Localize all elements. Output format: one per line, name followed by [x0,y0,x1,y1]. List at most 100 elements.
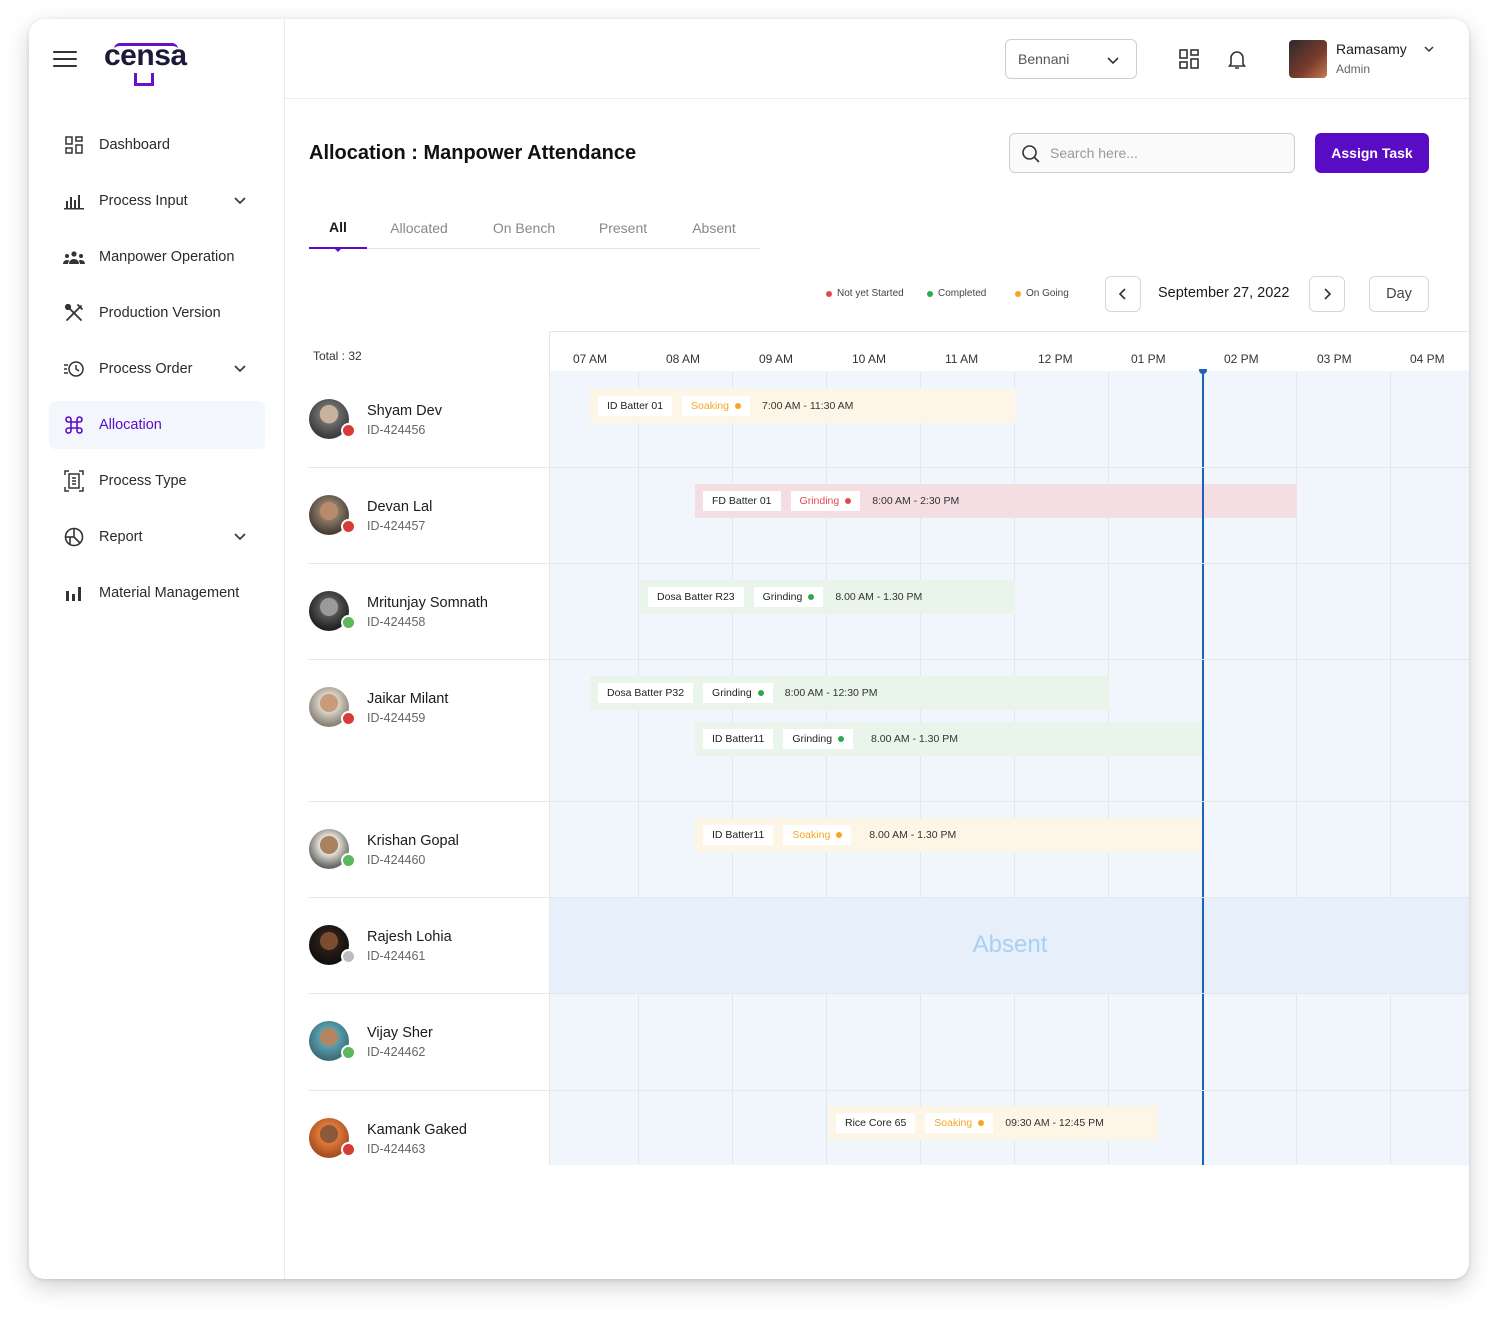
process-chip: Grinding [783,729,854,749]
tab-all[interactable]: All [309,207,367,252]
person-id: ID-424460 [367,853,426,867]
status-dot [838,736,845,742]
tab-allocated[interactable]: Allocated [367,207,471,249]
command-icon [63,414,85,436]
chevron-right-icon [1324,288,1332,300]
assign-task-button[interactable]: Assign Task [1315,133,1429,173]
chevron-down-icon[interactable] [233,193,247,207]
current-time-line [1199,369,1207,1165]
sidebar-nav: Dashboard Process Input Manpower Operati… [49,121,265,625]
row-divider [309,897,1469,898]
sidebar-item-manpower-operation[interactable]: Manpower Operation [49,233,265,281]
menu-icon[interactable] [53,51,77,69]
legend-completed: Completed [927,288,986,299]
bar-chart-icon [63,190,85,212]
person-name: Rajesh Lohia [367,929,452,945]
sidebar-item-label: Report [99,529,143,545]
chevron-down-icon[interactable] [233,529,247,543]
legend-label: Completed [938,288,987,299]
sidebar-item-process-type[interactable]: Process Type [49,457,265,505]
status-dot [734,403,741,409]
clock-list-icon [63,358,85,380]
sidebar: censa Dashboard Process Input Manpower O… [29,19,285,1279]
process-label: Grinding [792,733,833,745]
top-bar: Bennani Ramasamy Admin [285,19,1469,99]
sidebar-item-report[interactable]: Report [49,513,265,561]
sidebar-item-process-order[interactable]: Process Order [49,345,265,393]
sidebar-item-label: Process Type [99,473,187,489]
status-dot [978,1120,985,1126]
batch-chip: Dosa Batter R23 [648,587,744,607]
apps-grid-icon[interactable] [1177,47,1201,71]
task-time: 09:30 AM - 12:45 PM [1005,1117,1104,1129]
batch-chip: ID Batter11 [703,825,774,845]
process-chip: Soaking [925,1113,994,1133]
task-bar[interactable]: FD Batter 01 Grinding 8:00 AM - 2:30 PM [695,484,1297,518]
batch-chip: FD Batter 01 [703,491,781,511]
sidebar-item-production-version[interactable]: Production Version [49,289,265,337]
tab-absent[interactable]: Absent [669,207,759,249]
prev-date-button[interactable] [1105,276,1141,312]
sidebar-item-label: Production Version [99,305,221,321]
absent-row: Absent [550,897,1469,993]
grid-line [1390,371,1391,1165]
process-chip: Grinding [753,587,824,607]
sidebar-item-allocation[interactable]: Allocation [49,401,265,449]
person-name: Kamank Gaked [367,1122,467,1138]
sidebar-item-material-management[interactable]: Material Management [49,569,265,617]
status-dot [808,594,815,600]
view-day-button[interactable]: Day [1369,276,1429,312]
task-bar[interactable]: Dosa Batter R23 Grinding 8.00 AM - 1.30 … [640,580,1015,614]
sidebar-item-label: Process Input [99,193,188,209]
sidebar-item-label: Dashboard [99,137,170,153]
task-bar[interactable]: ID Batter 01 Soaking 7:00 AM - 11:30 AM [590,389,1016,423]
person-id: ID-424456 [367,423,426,437]
person-name: Devan Lal [367,499,433,515]
task-bar[interactable]: ID Batter11 Grinding 8.00 AM - 1.30 PM [695,722,1202,756]
clock-badge-icon [341,519,356,534]
status-dot [826,290,832,297]
row-divider [309,993,1469,994]
check-badge-icon [341,1045,356,1060]
hour-label: 09 AM [759,352,794,366]
search-input[interactable]: Search here... [1009,133,1295,173]
tab-on-bench[interactable]: On Bench [471,207,577,249]
sidebar-item-dashboard[interactable]: Dashboard [49,121,265,169]
task-time: 8:00 AM - 12:30 PM [784,687,878,699]
sidebar-item-process-input[interactable]: Process Input [49,177,265,225]
hour-header: 07 AM 08 AM 09 AM 10 AM 11 AM 12 PM 01 P… [549,331,1469,371]
process-chip: Grinding [703,683,773,703]
hour-label: 08 AM [666,352,701,366]
chart-icon [63,582,85,604]
task-bar[interactable]: ID Batter11 Soaking 8.00 AM - 1.30 PM [695,818,1202,852]
batch-chip: Rice Core 65 [836,1113,916,1133]
person-id: ID-424463 [367,1142,426,1156]
batch-chip: ID Batter11 [703,729,774,749]
app-window: censa Dashboard Process Input Manpower O… [29,19,1469,1279]
next-date-button[interactable] [1309,276,1345,312]
hour-label: 10 AM [852,352,887,366]
total-count: Total : 32 [313,349,362,363]
clock-badge-icon [341,711,356,726]
status-dot [836,832,843,838]
location-select[interactable]: Bennani [1005,39,1137,79]
chevron-down-icon [1107,57,1119,65]
tab-present[interactable]: Present [577,207,669,249]
process-label: Grinding [799,495,840,507]
task-bar[interactable]: Rice Core 65 Soaking 09:30 AM - 12:45 PM [828,1106,1158,1140]
process-label: Grinding [712,687,752,699]
task-bar[interactable]: Dosa Batter P32 Grinding 8:00 AM - 12:30… [590,676,1109,710]
user-avatar[interactable] [1289,40,1327,78]
process-chip: Grinding [790,491,861,511]
chevron-down-icon[interactable] [1423,43,1435,55]
user-name[interactable]: Ramasamy [1336,41,1407,57]
process-label: Grinding [762,591,803,603]
chevron-down-icon[interactable] [233,361,247,375]
hour-label: 03 PM [1317,352,1352,366]
row-divider [309,467,1469,468]
people-icon [63,246,85,268]
bell-icon[interactable] [1225,47,1249,71]
person-name: Mritunjay Somnath [367,595,488,611]
task-time: 8.00 AM - 1.30 PM [871,733,959,745]
hour-label: 02 PM [1224,352,1259,366]
